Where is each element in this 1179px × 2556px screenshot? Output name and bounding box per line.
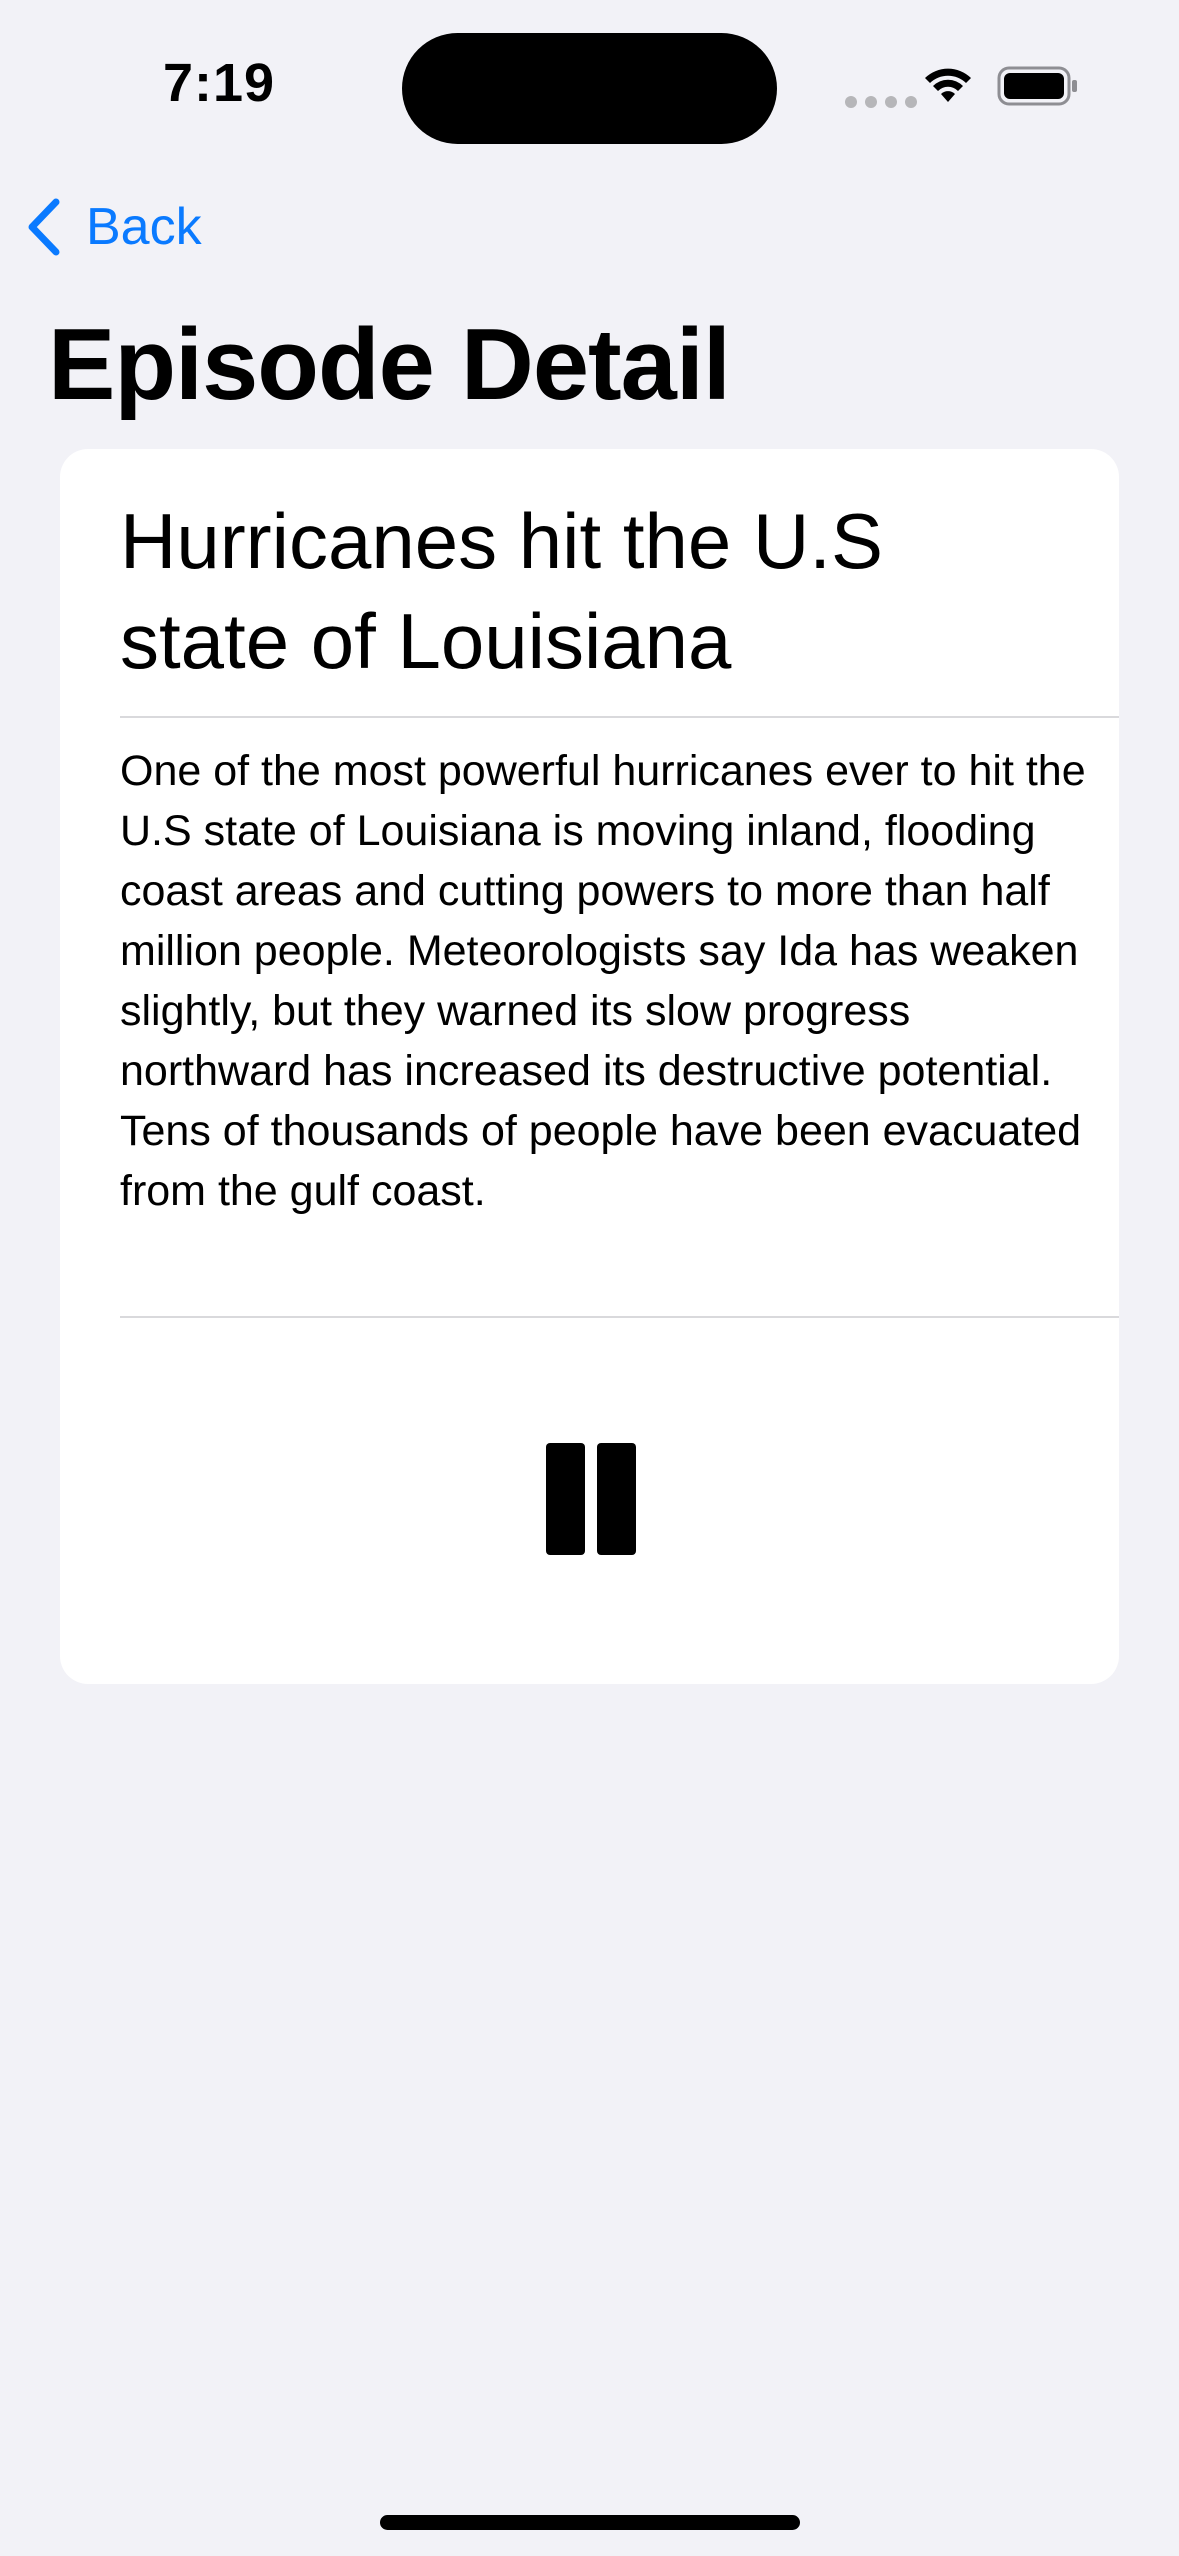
back-button-label: Back bbox=[86, 198, 202, 256]
battery-icon bbox=[997, 66, 1079, 111]
episode-title: Hurricanes hit the U.S state of Louisian… bbox=[120, 497, 883, 685]
home-indicator[interactable] bbox=[380, 2515, 800, 2530]
wifi-icon bbox=[923, 66, 973, 111]
divider bbox=[120, 716, 1119, 718]
status-time: 7:19 bbox=[163, 53, 276, 113]
episode-description: One of the most powerful hurricanes ever… bbox=[120, 747, 1086, 1215]
page-title: Episode Detail bbox=[48, 309, 731, 421]
status-bar: 7:19 bbox=[0, 0, 1179, 180]
pause-button[interactable] bbox=[546, 1443, 636, 1555]
chevron-left-icon bbox=[26, 198, 62, 256]
back-button[interactable]: Back bbox=[26, 192, 202, 262]
episode-card: Hurricanes hit the U.S state of Louisian… bbox=[60, 449, 1119, 1684]
cellular-signal-icon bbox=[845, 96, 917, 108]
dynamic-island bbox=[402, 33, 777, 144]
divider bbox=[120, 1316, 1119, 1318]
